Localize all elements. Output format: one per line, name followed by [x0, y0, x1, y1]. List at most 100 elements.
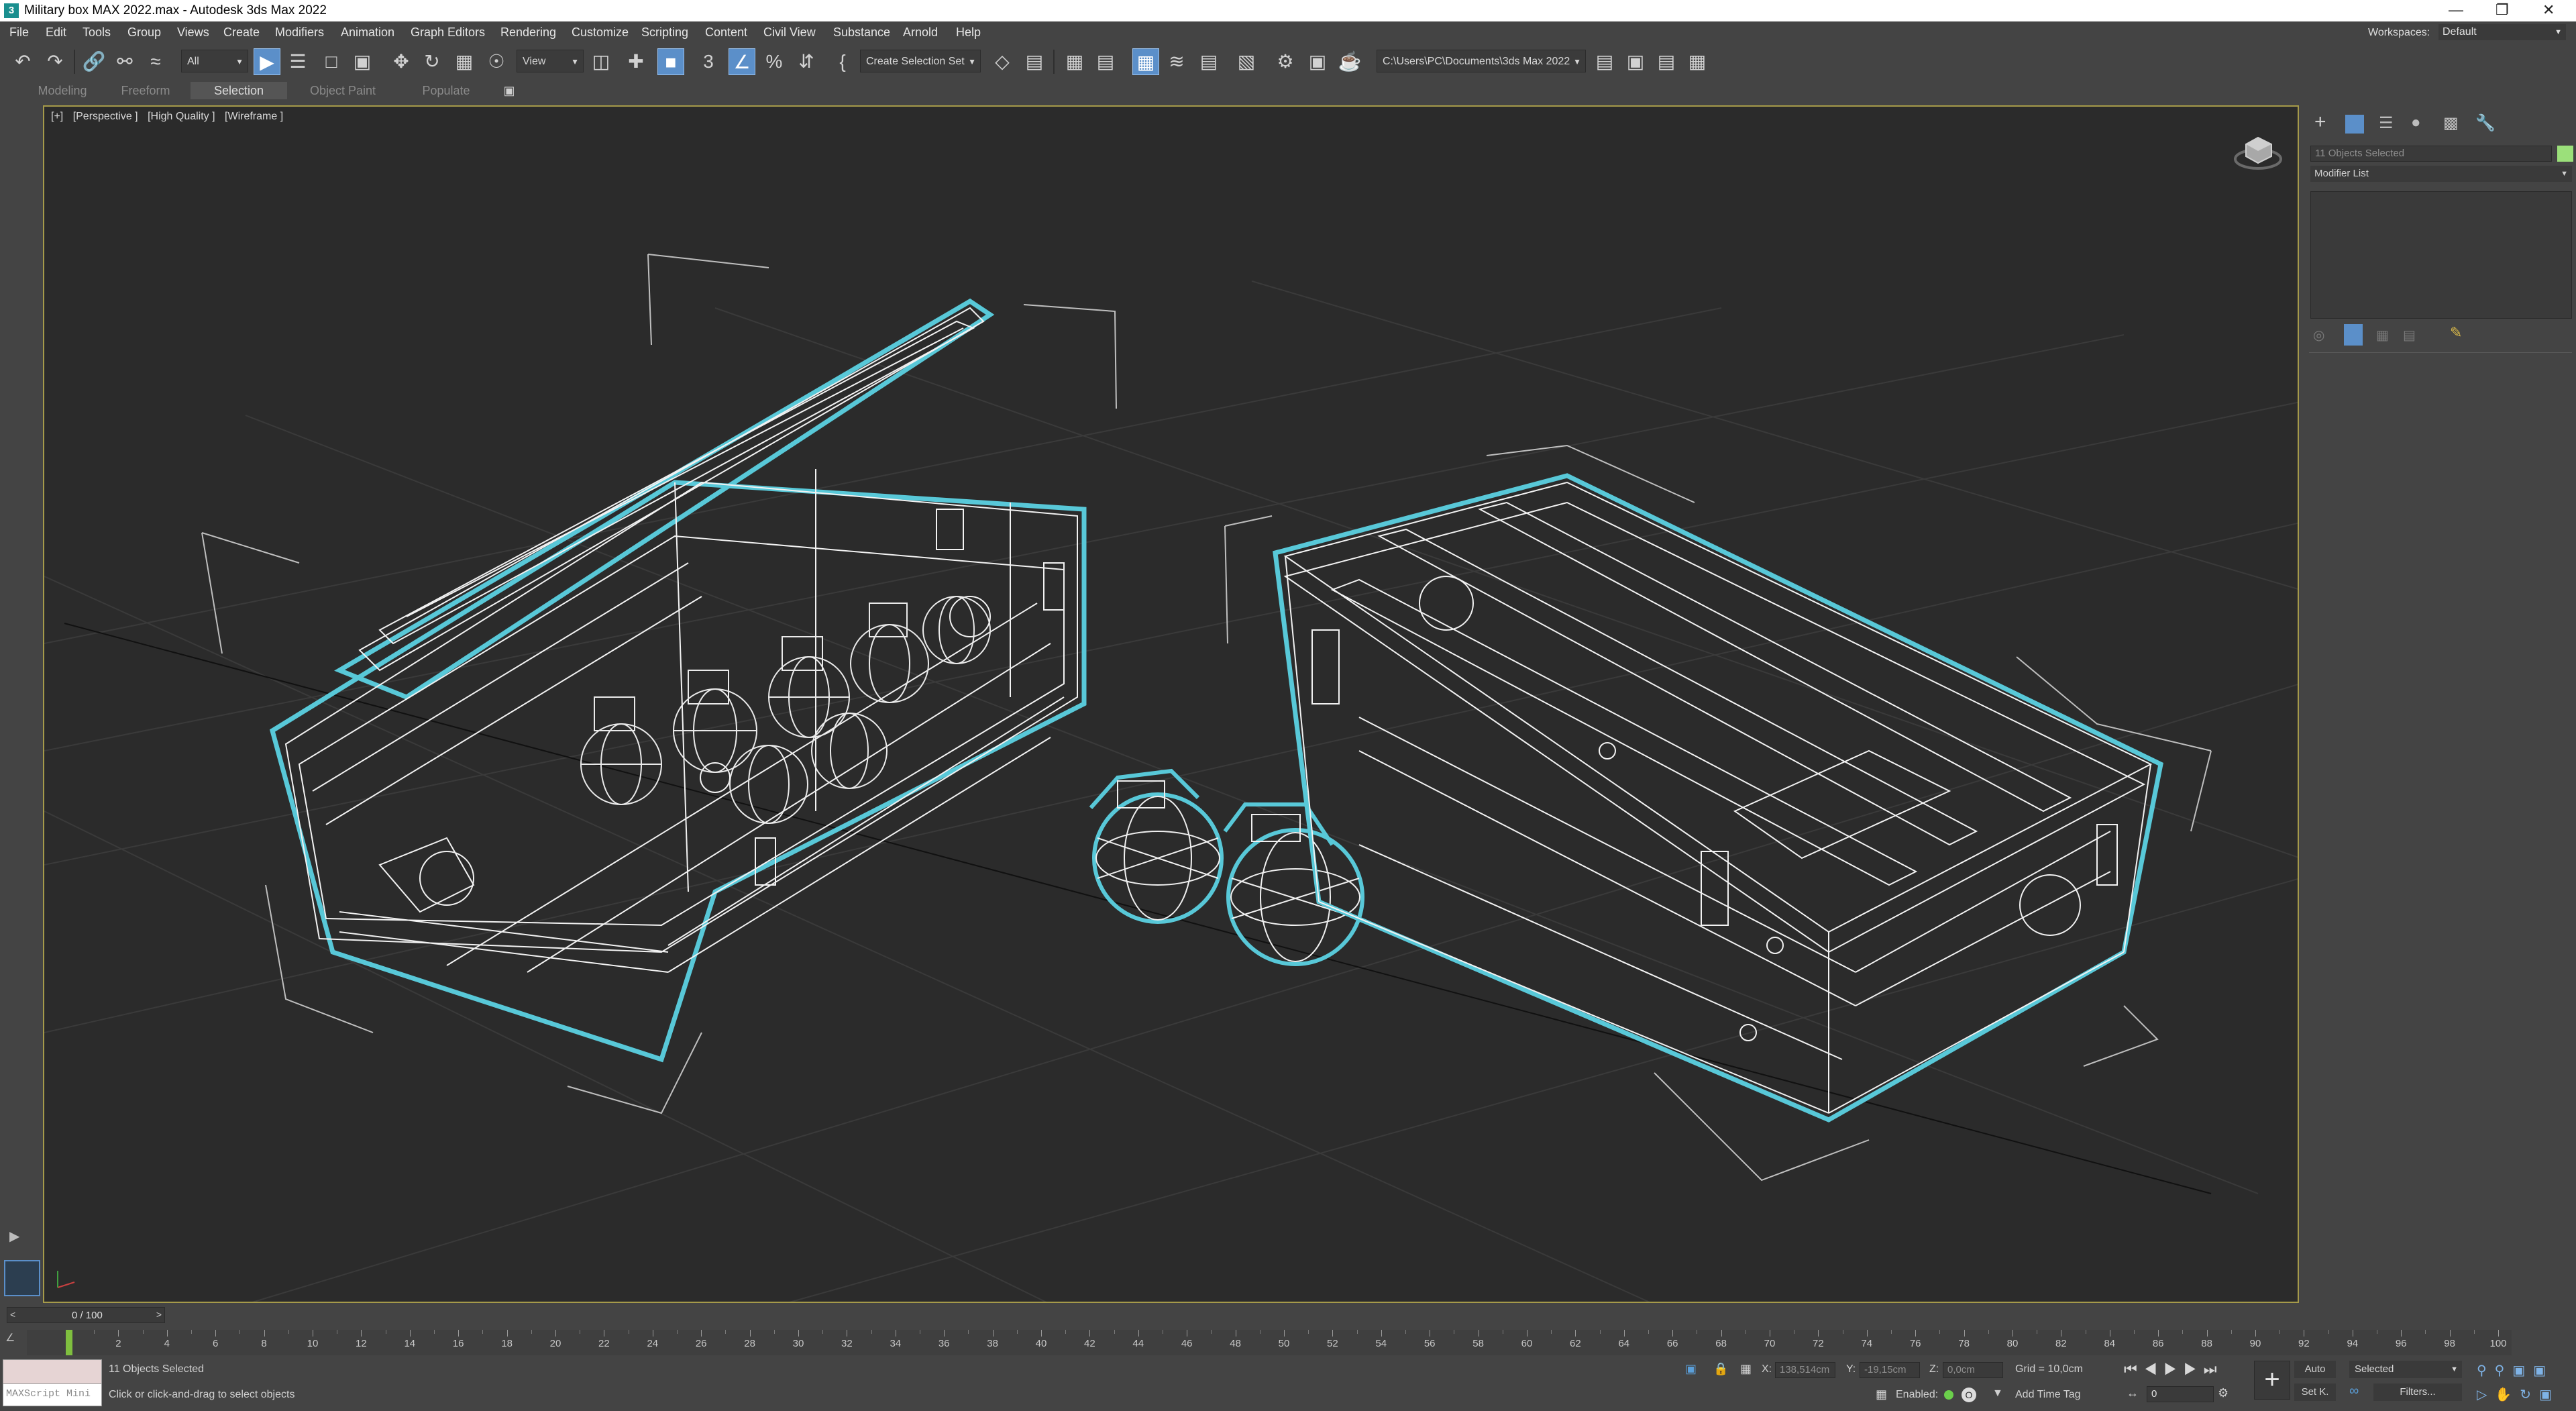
curve-editor-icon[interactable]: ≋	[1163, 48, 1190, 75]
motion-tab-icon[interactable]: ●	[2411, 113, 2421, 132]
expand-layout-icon[interactable]: ▶	[9, 1228, 19, 1245]
workspaces-dropdown[interactable]: Default ▼	[2438, 24, 2566, 40]
track-bar[interactable]: 0246810121416182022242628303234363840424…	[27, 1330, 2512, 1355]
set-project-icon[interactable]: ▤	[1653, 48, 1680, 75]
align-icon[interactable]: ▤	[1021, 48, 1048, 75]
ribbon-options-icon[interactable]: ▣	[498, 82, 521, 99]
time-slider-prev-icon[interactable]: <	[10, 1309, 15, 1320]
time-tag-icon[interactable]: O	[1962, 1388, 1976, 1402]
display-tab-icon[interactable]: ▩	[2443, 113, 2459, 133]
toggle-layer-explorer-icon[interactable]: ▤	[1092, 48, 1119, 75]
angle-snap-icon[interactable]: ∠	[729, 48, 755, 75]
utilities-tab-icon[interactable]: 🔧	[2475, 113, 2496, 133]
adaptive-degradation-icon[interactable]: ▦	[1876, 1388, 1887, 1402]
close-icon[interactable]: ✕	[2542, 1, 2555, 19]
configure-modifier-sets-icon[interactable]: ✎	[2450, 324, 2462, 342]
grenade-pair-wireframe[interactable]	[1089, 768, 1364, 966]
pan-view-icon[interactable]: ✋	[2495, 1388, 2520, 1402]
viewcube-icon[interactable]	[2233, 131, 2284, 171]
rotate-icon[interactable]: ↻	[419, 48, 445, 75]
auto-key-button[interactable]: Auto	[2294, 1361, 2336, 1378]
enabled-indicator-icon[interactable]	[1944, 1390, 1953, 1400]
toggle-scene-explorer-icon[interactable]: ▦	[1061, 48, 1088, 75]
perspective-viewport[interactable]: [+] [Perspective ] [High Quality ] [Wire…	[43, 105, 2299, 1303]
link-icon[interactable]: 🔗	[80, 48, 107, 75]
window-crossing-icon[interactable]: ▣	[349, 48, 376, 75]
tab-object-paint[interactable]: Object Paint	[292, 82, 393, 99]
set-key-icon[interactable]: +	[2254, 1361, 2290, 1400]
selection-filter-dropdown[interactable]: All ▼	[181, 50, 248, 72]
restore-icon[interactable]: ❐	[2496, 1, 2509, 19]
menu-content[interactable]: Content	[705, 25, 747, 40]
menu-edit[interactable]: Edit	[46, 25, 66, 40]
make-unique-icon[interactable]: ▦	[2376, 327, 2389, 344]
goto-start-icon[interactable]: ⏮	[2124, 1361, 2144, 1377]
menu-group[interactable]: Group	[127, 25, 161, 40]
remove-modifier-icon[interactable]: ▤	[2403, 327, 2416, 344]
previous-frame-icon[interactable]: ◀	[2144, 1361, 2164, 1377]
key-filters-button[interactable]: Filters...	[2373, 1383, 2462, 1401]
menu-animation[interactable]: Animation	[341, 25, 394, 40]
add-time-tag[interactable]: Add Time Tag	[2015, 1389, 2081, 1401]
tab-freeform[interactable]: Freeform	[95, 82, 196, 99]
menu-modifiers[interactable]: Modifiers	[275, 25, 324, 40]
menu-civil-view[interactable]: Civil View	[763, 25, 816, 40]
zoom-all-icon[interactable]: ⚲	[2495, 1363, 2513, 1378]
render-setup-icon[interactable]: ⚙	[1272, 48, 1299, 75]
select-by-name-icon[interactable]: ☰	[284, 48, 311, 75]
menu-tools[interactable]: Tools	[83, 25, 111, 40]
schematic-view-icon[interactable]: ▤	[1195, 48, 1222, 75]
left-ammo-box-wireframe[interactable]	[201, 254, 1117, 1114]
pivot-center-icon[interactable]: ◫	[588, 48, 614, 75]
zoom-extents-icon[interactable]: ▣	[2512, 1363, 2533, 1378]
move-icon[interactable]: ✥	[388, 48, 415, 75]
menu-rendering[interactable]: Rendering	[500, 25, 556, 40]
current-frame-field[interactable]: 0	[2147, 1386, 2214, 1402]
isolate-selection-icon[interactable]: ▣	[1685, 1362, 1697, 1376]
spinner-snap-icon[interactable]: ⇵	[793, 48, 820, 75]
menu-graph-editors[interactable]: Graph Editors	[411, 25, 485, 40]
y-coord-field[interactable]: -19,15cm	[1860, 1362, 1920, 1378]
minimize-icon[interactable]: —	[2449, 1, 2463, 19]
tab-selection[interactable]: Selection	[191, 82, 287, 99]
maximize-viewport-icon[interactable]: ▣	[2539, 1388, 2560, 1402]
time-slider[interactable]: < 0 / 100 >	[7, 1307, 165, 1323]
keyboard-shortcut-override-icon[interactable]: ■	[657, 48, 684, 75]
hierarchy-tab-icon[interactable]: ☰	[2379, 113, 2394, 133]
move-along-axis-icon[interactable]: ✚	[623, 48, 649, 75]
project-settings-icon[interactable]: ▦	[1684, 48, 1711, 75]
reference-coordinate-dropdown[interactable]: View ▼	[517, 50, 584, 72]
open-mini-curve-editor-icon[interactable]: ∠	[5, 1331, 15, 1345]
z-coord-field[interactable]: 0,0cm	[1943, 1362, 2003, 1378]
menu-help[interactable]: Help	[956, 25, 981, 40]
x-coord-field[interactable]: 138,514cm	[1775, 1362, 1835, 1378]
time-slider-next-icon[interactable]: >	[156, 1309, 162, 1320]
right-ammo-box-wireframe[interactable]	[1224, 444, 2212, 1182]
toggle-ribbon-icon[interactable]: ▦	[1132, 48, 1159, 75]
redo-icon[interactable]: ↷	[42, 48, 68, 75]
absolute-offset-icon[interactable]: ▦	[1740, 1362, 1752, 1376]
maxscript-mini-field[interactable]: MAXScript Mini	[3, 1383, 102, 1406]
goto-end-icon[interactable]: ⏭	[2204, 1361, 2224, 1377]
orbit-icon[interactable]: ↻	[2520, 1388, 2539, 1402]
select-object-icon[interactable]: ▶	[254, 48, 280, 75]
set-key-button[interactable]: Set K.	[2294, 1383, 2336, 1401]
modify-tab-icon[interactable]	[2345, 115, 2364, 134]
unlink-icon[interactable]: ⚯	[111, 48, 138, 75]
undo-icon[interactable]: ↶	[9, 48, 36, 75]
scale-icon[interactable]: ▦	[451, 48, 478, 75]
next-frame-icon[interactable]: ▶	[2184, 1361, 2204, 1377]
menu-arnold[interactable]: Arnold	[903, 25, 938, 40]
bind-spacewarp-icon[interactable]: ≈	[142, 48, 169, 75]
edit-named-selection-icon[interactable]: {	[829, 48, 856, 75]
menu-customize[interactable]: Customize	[572, 25, 629, 40]
selection-lock-icon[interactable]: 🔒	[1713, 1362, 1728, 1376]
snaps-toggle-icon[interactable]: 3	[695, 48, 722, 75]
menu-views[interactable]: Views	[177, 25, 209, 40]
menu-substance[interactable]: Substance	[833, 25, 890, 40]
object-name-field[interactable]: 11 Objects Selected	[2310, 146, 2552, 162]
render-production-icon[interactable]: ☕	[1336, 48, 1363, 75]
show-end-result-icon[interactable]	[2344, 324, 2363, 346]
menu-scripting[interactable]: Scripting	[641, 25, 688, 40]
percent-snap-icon[interactable]: %	[761, 48, 788, 75]
